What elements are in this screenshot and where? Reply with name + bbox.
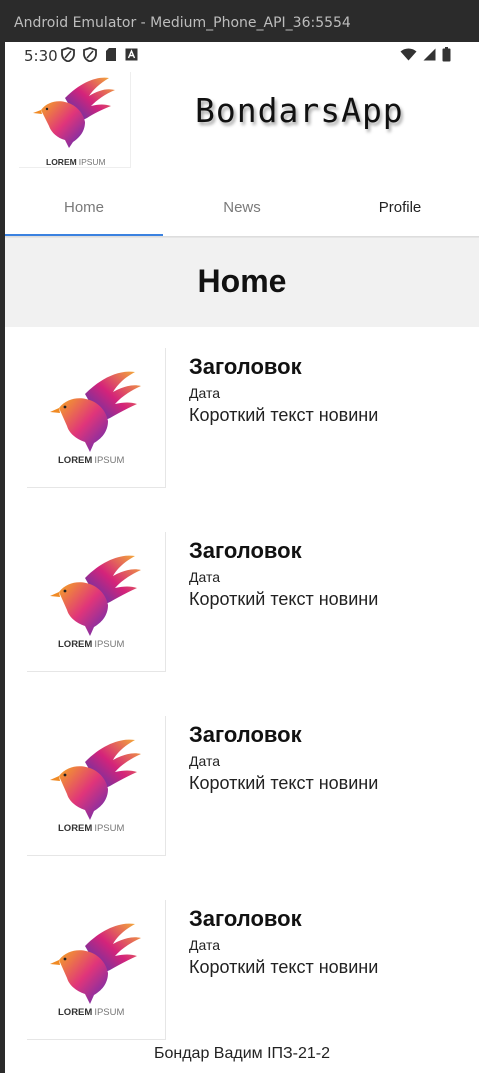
battery-icon: [442, 47, 451, 62]
news-title: Заголовок: [189, 354, 302, 379]
news-thumbnail: LOREM IPSUM: [27, 900, 166, 1040]
signal-icon: [423, 48, 436, 61]
bird-logo-icon: LOREM IPSUM: [50, 739, 141, 834]
news-thumbnail: LOREM IPSUM: [27, 716, 166, 856]
status-time: 5:30: [24, 47, 58, 65]
logo-text-bold: LOREM: [46, 157, 77, 167]
tab-home[interactable]: Home: [5, 182, 163, 236]
news-date: Дата: [189, 569, 221, 585]
logo-text-light: IPSUM: [94, 639, 124, 650]
tab-profile-label: Profile: [378, 199, 422, 216]
svg-text:LOREMIPSUM: LOREM IPSUM: [58, 1007, 124, 1018]
emulator-title-bar: Android Emulator - Medium_Phone_API_36:5…: [0, 0, 479, 44]
tab-bar: Home News Profile: [5, 182, 479, 236]
svg-text:LOREMIPSUM: LOREM IPSUM: [46, 157, 106, 167]
logo-text-light: IPSUM: [94, 455, 124, 466]
svg-text:LOREMIPSUM: LOREM IPSUM: [58, 639, 124, 650]
news-text: Короткий текст новини: [189, 773, 379, 793]
tab-profile[interactable]: Profile: [321, 182, 479, 236]
news-text: Короткий текст новини: [189, 957, 379, 977]
shield-icon: [61, 47, 75, 62]
logo-text-light: IPSUM: [79, 157, 106, 167]
news-thumbnail: LOREM IPSUM: [27, 532, 166, 672]
phone-screen: 5:30 LOREM IPSUM BondarsApp Home News Pr…: [5, 42, 479, 1073]
svg-text:LOREMIPSUM: LOREM IPSUM: [58, 823, 124, 834]
app-title: BondarsApp: [195, 91, 404, 130]
bird-logo-icon: LOREM IPSUM: [33, 77, 115, 167]
tab-news-label: News: [223, 199, 261, 216]
svg-text:LOREMIPSUM: LOREM IPSUM: [58, 455, 124, 466]
app-logo: LOREM IPSUM: [19, 72, 131, 168]
news-text: Короткий текст новини: [189, 405, 379, 425]
tab-news[interactable]: News: [163, 182, 321, 236]
tab-home-label: Home: [63, 199, 104, 216]
logo-text-bold: LOREM: [58, 455, 92, 466]
app-header: LOREM IPSUM BondarsApp: [5, 70, 479, 174]
keyboard-a-icon: [125, 48, 138, 61]
shield-icon: [83, 47, 97, 62]
news-item[interactable]: LOREM IPSUM Заголовок Дата Короткий текст…: [5, 716, 479, 856]
logo-text-bold: LOREM: [58, 639, 92, 650]
news-item[interactable]: LOREM IPSUM Заголовок Дата Короткий текст…: [5, 900, 479, 1040]
news-date: Дата: [189, 937, 221, 953]
news-title: Заголовок: [189, 906, 302, 931]
logo-text-light: IPSUM: [94, 1007, 124, 1018]
wifi-icon: [400, 48, 417, 61]
bird-logo-icon: LOREM IPSUM: [50, 555, 141, 650]
news-date: Дата: [189, 753, 221, 769]
logo-text-light: IPSUM: [94, 823, 124, 834]
logo-text-bold: LOREM: [58, 823, 92, 834]
emulator-window-title: Android Emulator - Medium_Phone_API_36:5…: [14, 15, 351, 31]
bird-logo-icon: LOREM IPSUM: [50, 923, 141, 1018]
news-title: Заголовок: [189, 722, 302, 747]
bird-logo-icon: LOREM IPSUM: [50, 371, 141, 466]
news-date: Дата: [189, 385, 221, 401]
page-title: Home: [5, 238, 479, 327]
news-item[interactable]: LOREM IPSUM Заголовок Дата Короткий текст…: [5, 348, 479, 488]
news-text: Короткий текст новини: [189, 589, 379, 609]
sd-card-icon: [106, 48, 116, 61]
logo-text-bold: LOREM: [58, 1007, 92, 1018]
footer-author: Бондар Вадим ІПЗ-21-2: [153, 1045, 331, 1062]
news-title: Заголовок: [189, 538, 302, 563]
status-bar: 5:30: [5, 42, 479, 70]
news-thumbnail: LOREM IPSUM: [27, 348, 166, 488]
news-item[interactable]: LOREM IPSUM Заголовок Дата Короткий текст…: [5, 532, 479, 672]
